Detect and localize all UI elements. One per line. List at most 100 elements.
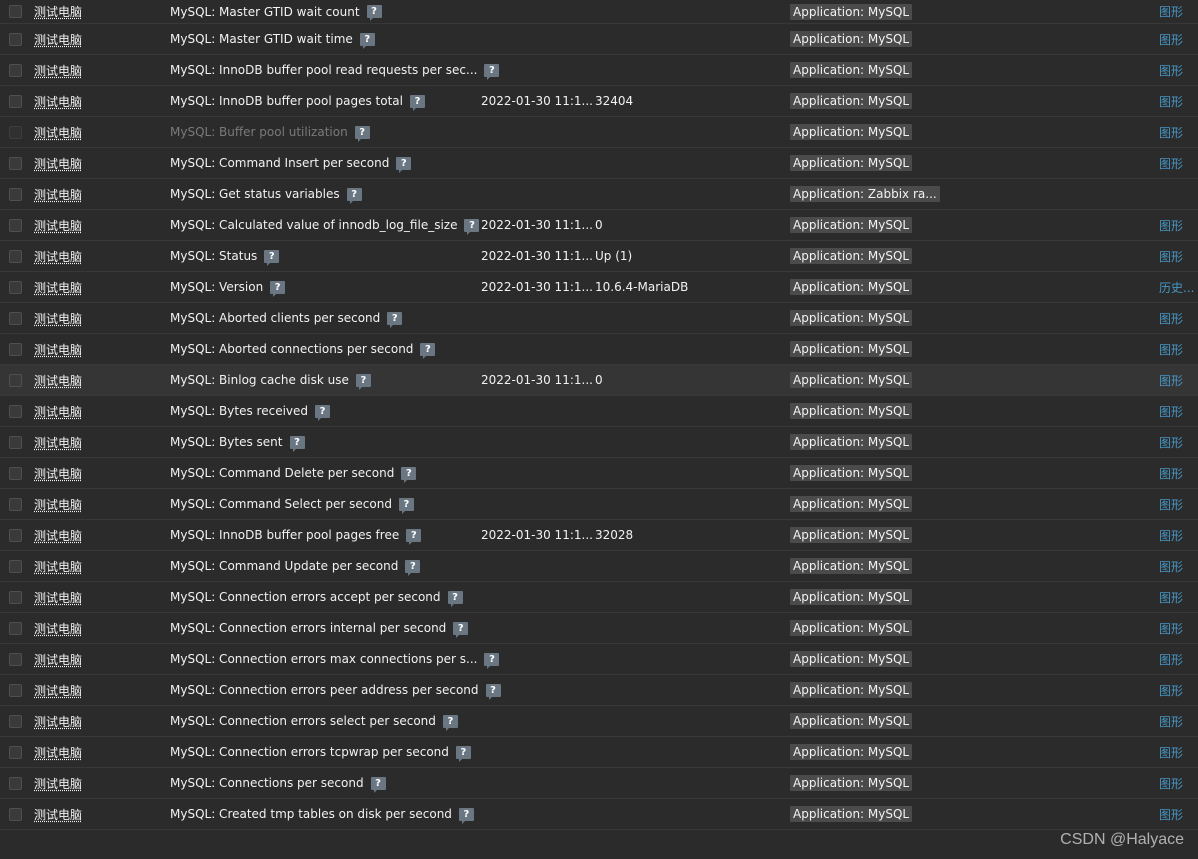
host-link[interactable]: 测试电脑 bbox=[34, 279, 82, 296]
host-link[interactable]: 测试电脑 bbox=[34, 651, 82, 668]
row-checkbox[interactable] bbox=[9, 249, 22, 263]
comment-help-icon[interactable]: ? bbox=[315, 404, 331, 421]
graph-link[interactable]: 图形 bbox=[1159, 527, 1183, 544]
host-link[interactable]: 测试电脑 bbox=[34, 775, 82, 792]
graph-link[interactable]: 图形 bbox=[1159, 558, 1183, 575]
graph-link[interactable]: 图形 bbox=[1159, 403, 1183, 420]
row-checkbox[interactable] bbox=[9, 311, 22, 325]
application-tag[interactable]: Application: MySQL bbox=[790, 744, 913, 760]
row-checkbox[interactable] bbox=[9, 218, 22, 232]
row-checkbox[interactable] bbox=[9, 714, 22, 728]
row-checkbox[interactable] bbox=[9, 156, 22, 170]
comment-help-icon[interactable]: ? bbox=[406, 528, 422, 545]
comment-help-icon[interactable]: ? bbox=[401, 466, 417, 483]
row-checkbox[interactable] bbox=[9, 590, 22, 604]
graph-link[interactable]: 图形 bbox=[1159, 217, 1183, 234]
row-checkbox[interactable] bbox=[9, 342, 22, 356]
comment-help-icon[interactable]: ? bbox=[485, 683, 501, 700]
host-link[interactable]: 测试电脑 bbox=[34, 589, 82, 606]
row-checkbox[interactable] bbox=[9, 745, 22, 759]
host-link[interactable]: 测试电脑 bbox=[34, 31, 82, 48]
graph-link[interactable]: 图形 bbox=[1159, 465, 1183, 482]
graph-link[interactable]: 图形 bbox=[1159, 620, 1183, 637]
application-tag[interactable]: Application: MySQL bbox=[790, 682, 913, 698]
application-tag[interactable]: Application: MySQL bbox=[790, 279, 913, 295]
graph-link[interactable]: 图形 bbox=[1159, 496, 1183, 513]
host-link[interactable]: 测试电脑 bbox=[34, 620, 82, 637]
row-checkbox[interactable] bbox=[9, 94, 22, 108]
application-tag[interactable]: Application: MySQL bbox=[790, 248, 913, 264]
graph-link[interactable]: 图形 bbox=[1159, 248, 1183, 265]
graph-link[interactable]: 图形 bbox=[1159, 651, 1183, 668]
host-link[interactable]: 测试电脑 bbox=[34, 403, 82, 420]
application-tag[interactable]: Application: MySQL bbox=[790, 589, 913, 605]
host-link[interactable]: 测试电脑 bbox=[34, 155, 82, 172]
host-link[interactable]: 测试电脑 bbox=[34, 682, 82, 699]
application-tag[interactable]: Application: MySQL bbox=[790, 93, 913, 109]
comment-help-icon[interactable]: ? bbox=[289, 435, 305, 452]
row-checkbox[interactable] bbox=[9, 32, 22, 46]
graph-link[interactable]: 图形 bbox=[1159, 372, 1183, 389]
application-tag[interactable]: Application: MySQL bbox=[790, 651, 913, 667]
comment-help-icon[interactable]: ? bbox=[484, 63, 500, 80]
application-tag[interactable]: Application: Zabbix ra... bbox=[790, 186, 940, 202]
comment-help-icon[interactable]: ? bbox=[346, 187, 362, 204]
application-tag[interactable]: Application: MySQL bbox=[790, 310, 913, 326]
comment-help-icon[interactable]: ? bbox=[455, 745, 471, 762]
application-tag[interactable]: Application: MySQL bbox=[790, 465, 913, 481]
graph-link[interactable]: 图形 bbox=[1159, 341, 1183, 358]
host-link[interactable]: 测试电脑 bbox=[34, 434, 82, 451]
comment-help-icon[interactable]: ? bbox=[442, 714, 458, 731]
comment-help-icon[interactable]: ? bbox=[398, 497, 414, 514]
application-tag[interactable]: Application: MySQL bbox=[790, 713, 913, 729]
comment-help-icon[interactable]: ? bbox=[355, 373, 371, 390]
graph-link[interactable]: 图形 bbox=[1159, 589, 1183, 606]
graph-link[interactable]: 图形 bbox=[1159, 62, 1183, 79]
graph-link[interactable]: 图形 bbox=[1159, 713, 1183, 730]
application-tag[interactable]: Application: MySQL bbox=[790, 620, 913, 636]
host-link[interactable]: 测试电脑 bbox=[34, 496, 82, 513]
host-link[interactable]: 测试电脑 bbox=[34, 217, 82, 234]
host-link[interactable]: 测试电脑 bbox=[34, 186, 82, 203]
row-checkbox[interactable] bbox=[9, 63, 22, 77]
graph-link[interactable]: 图形 bbox=[1159, 434, 1183, 451]
host-link[interactable]: 测试电脑 bbox=[34, 341, 82, 358]
row-checkbox[interactable] bbox=[9, 652, 22, 666]
host-link[interactable]: 测试电脑 bbox=[34, 93, 82, 110]
row-checkbox[interactable] bbox=[9, 559, 22, 573]
row-checkbox[interactable] bbox=[9, 187, 22, 201]
application-tag[interactable]: Application: MySQL bbox=[790, 62, 913, 78]
row-checkbox[interactable] bbox=[9, 280, 22, 294]
host-link[interactable]: 测试电脑 bbox=[34, 465, 82, 482]
row-checkbox[interactable] bbox=[9, 776, 22, 790]
host-link[interactable]: 测试电脑 bbox=[34, 558, 82, 575]
application-tag[interactable]: Application: MySQL bbox=[790, 217, 913, 233]
comment-help-icon[interactable]: ? bbox=[359, 32, 375, 49]
host-link[interactable]: 测试电脑 bbox=[34, 744, 82, 761]
comment-help-icon[interactable]: ? bbox=[354, 125, 370, 142]
application-tag[interactable]: Application: MySQL bbox=[790, 558, 913, 574]
application-tag[interactable]: Application: MySQL bbox=[790, 527, 913, 543]
comment-help-icon[interactable]: ? bbox=[453, 621, 469, 638]
graph-link[interactable]: 图形 bbox=[1159, 775, 1183, 792]
graph-link[interactable]: 图形 bbox=[1159, 155, 1183, 172]
host-link[interactable]: 测试电脑 bbox=[34, 3, 82, 20]
row-checkbox[interactable] bbox=[9, 497, 22, 511]
host-link[interactable]: 测试电脑 bbox=[34, 372, 82, 389]
row-checkbox[interactable] bbox=[9, 466, 22, 480]
graph-link[interactable]: 图形 bbox=[1159, 682, 1183, 699]
host-link[interactable]: 测试电脑 bbox=[34, 806, 82, 823]
comment-help-icon[interactable]: ? bbox=[387, 311, 403, 328]
graph-link[interactable]: 图形 bbox=[1159, 310, 1183, 327]
graph-link[interactable]: 图形 bbox=[1159, 744, 1183, 761]
application-tag[interactable]: Application: MySQL bbox=[790, 434, 913, 450]
application-tag[interactable]: Application: MySQL bbox=[790, 3, 913, 20]
row-checkbox[interactable] bbox=[9, 125, 22, 139]
graph-link[interactable]: 图形 bbox=[1159, 31, 1183, 48]
application-tag[interactable]: Application: MySQL bbox=[790, 775, 913, 791]
row-checkbox[interactable] bbox=[9, 807, 22, 821]
host-link[interactable]: 测试电脑 bbox=[34, 713, 82, 730]
host-link[interactable]: 测试电脑 bbox=[34, 527, 82, 544]
application-tag[interactable]: Application: MySQL bbox=[790, 31, 913, 47]
comment-help-icon[interactable]: ? bbox=[405, 559, 421, 576]
